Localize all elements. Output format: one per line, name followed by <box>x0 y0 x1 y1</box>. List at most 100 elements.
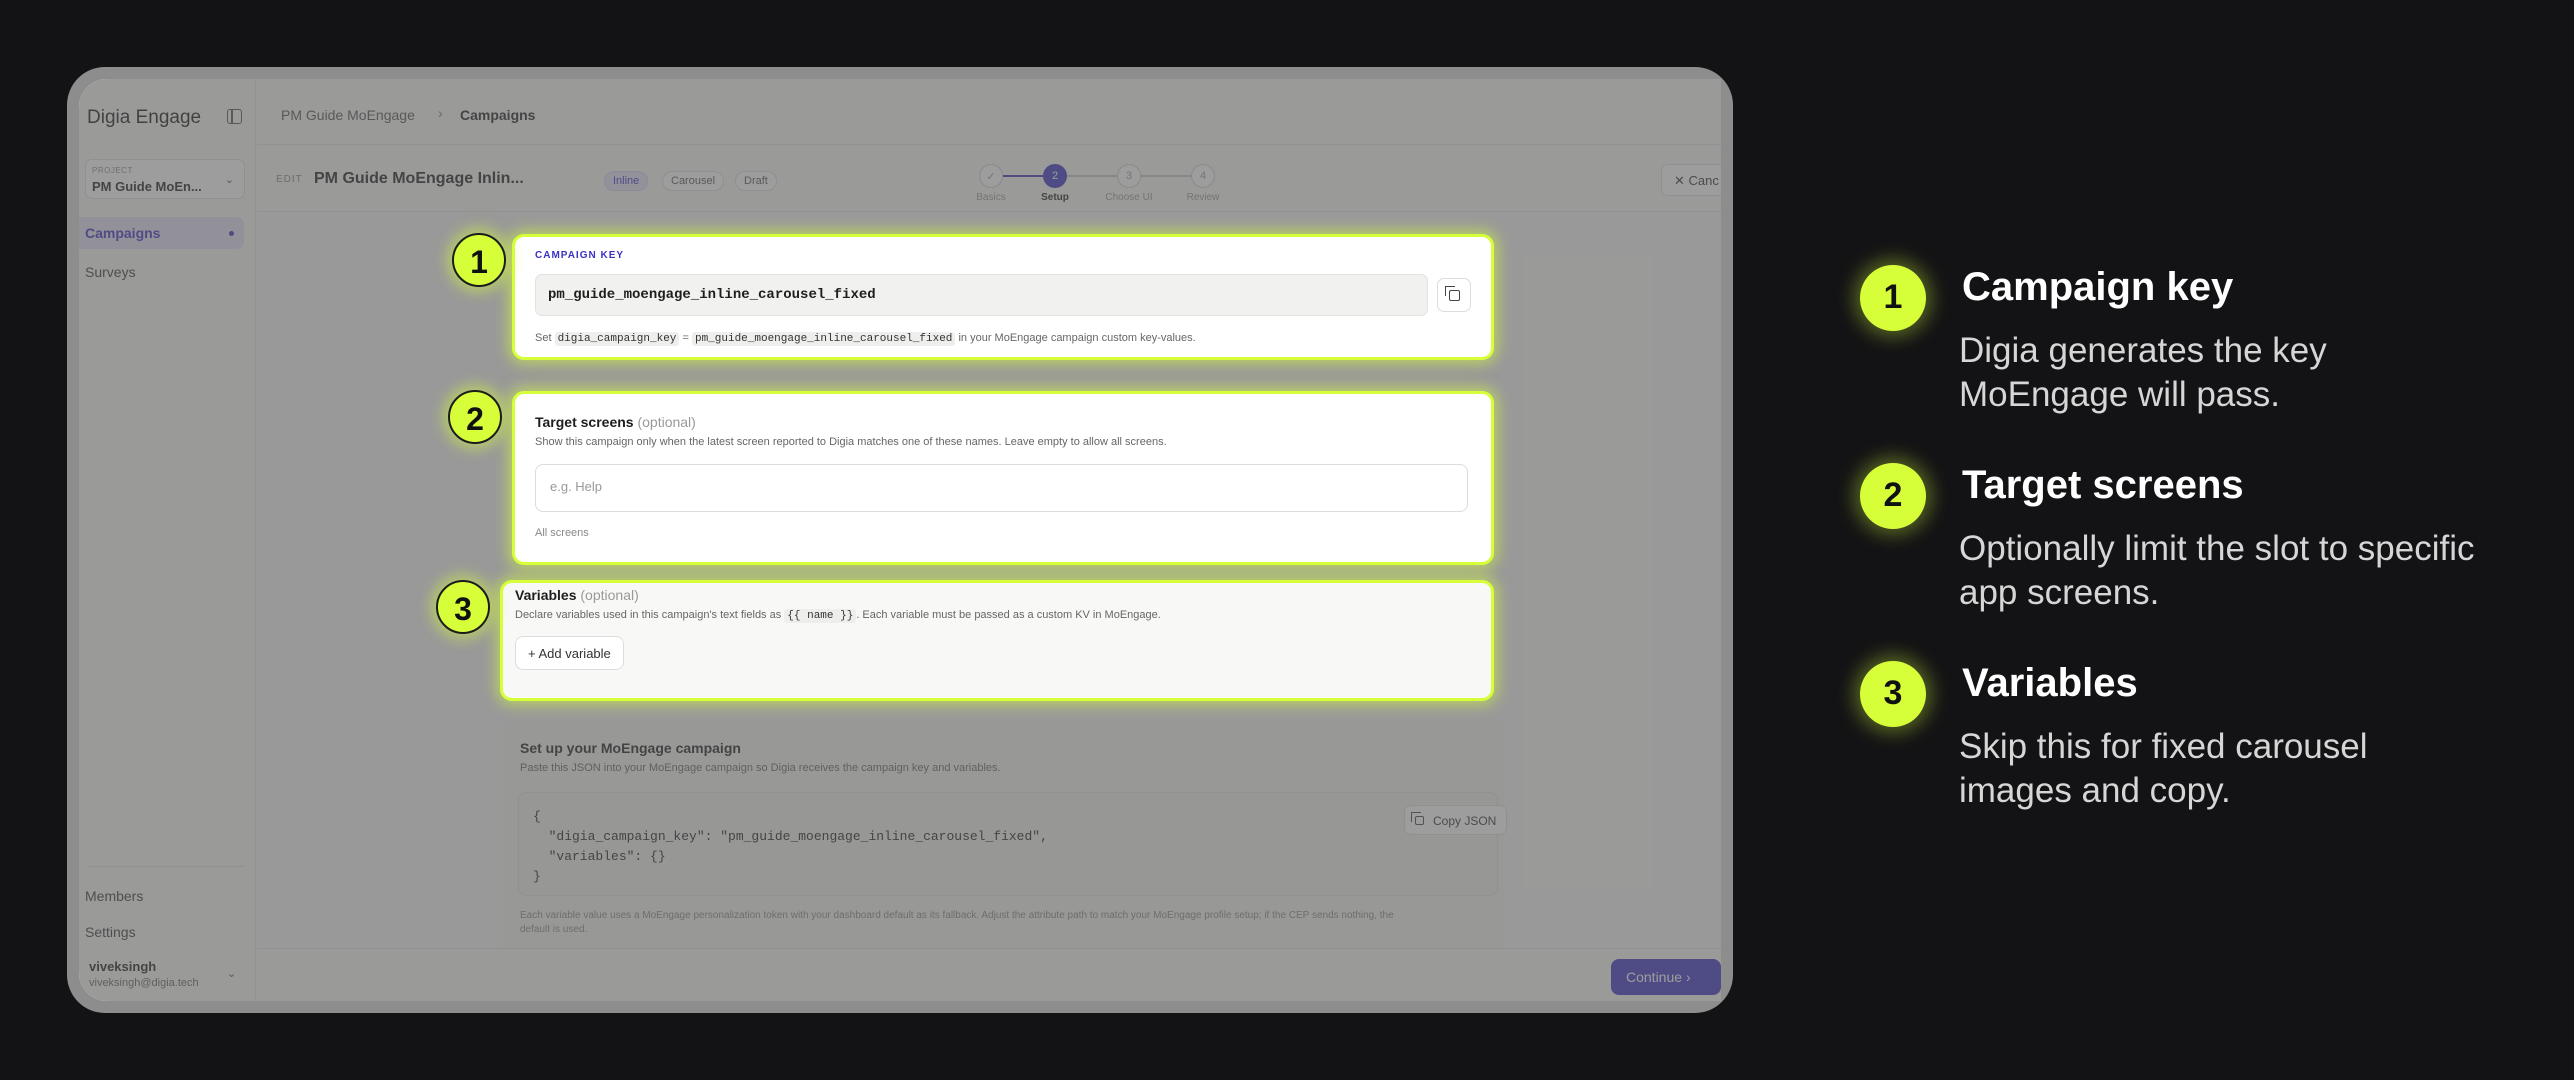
moengage-footnote-end: default is used. <box>520 924 588 935</box>
hint-text: Set <box>535 332 552 344</box>
step-setup[interactable]: 2 <box>1043 164 1067 188</box>
breadcrumb-separator-icon: › <box>438 105 443 121</box>
sidebar-item-campaigns[interactable]: Campaigns <box>79 217 244 249</box>
project-selector[interactable]: PROJECT PM Guide MoEn... ⌄ <box>85 159 245 199</box>
edit-tag: EDIT <box>276 174 303 185</box>
edit-header: EDIT PM Guide MoEngage Inlin... Inline C… <box>257 146 1721 212</box>
campaign-title: PM Guide MoEngage Inlin... <box>314 170 524 187</box>
step-label-setup: Setup <box>1041 192 1069 203</box>
step-basics-icon[interactable]: ✓ <box>979 164 1003 188</box>
sidebar: Digia Engage PROJECT PM Guide MoEn... ⌄ … <box>79 79 256 1001</box>
app-frame: Digia Engage PROJECT PM Guide MoEn... ⌄ … <box>67 67 1733 1013</box>
marker-2: 2 <box>448 390 502 444</box>
optional-tag: (optional) <box>580 587 639 603</box>
moengage-setup-description: Paste this JSON into your MoEngage campa… <box>520 762 1001 774</box>
explanation-variables: 3 Variables Skip this for fixed carousel… <box>1860 661 2480 831</box>
copy-key-button[interactable] <box>1437 278 1471 312</box>
explanation-number: 2 <box>1860 463 1926 529</box>
hint-text: in your MoEngage campaign custom key-val… <box>958 332 1196 344</box>
app-window: Digia Engage PROJECT PM Guide MoEn... ⌄ … <box>79 79 1721 1001</box>
user-email: viveksingh@digia.tech <box>89 977 199 989</box>
sidebar-item-label: Members <box>85 888 144 904</box>
step-label-review: Review <box>1186 192 1220 203</box>
hint-text: = <box>682 332 689 344</box>
user-name[interactable]: viveksingh <box>89 959 156 974</box>
target-screens-card: Target screens (optional) Show this camp… <box>512 391 1494 565</box>
hint-key-code: digia_campaign_key <box>554 332 680 346</box>
step-label-choose-ui: Choose UI <box>1105 192 1153 203</box>
hint-code: {{ name }} <box>784 609 857 623</box>
title-text: Target screens <box>535 414 634 430</box>
hint-text: . Each variable must be passed as a cust… <box>856 609 1161 621</box>
chevron-down-icon: ⌄ <box>224 174 234 186</box>
footer-bar: Continue › <box>257 948 1721 1001</box>
chevron-down-icon[interactable]: ⌄ <box>227 967 236 980</box>
hint-value-code: pm_guide_moengage_inline_carousel_fixed <box>691 332 956 346</box>
step-connector <box>1067 175 1117 177</box>
add-variable-button[interactable]: + Add variable <box>515 636 624 670</box>
target-screens-input[interactable]: e.g. Help <box>535 464 1468 512</box>
brand-name: Digia Engage <box>87 107 202 128</box>
breadcrumb-current: Campaigns <box>460 107 536 123</box>
breadcrumb-root[interactable]: PM Guide MoEngage <box>281 107 415 123</box>
step-review[interactable]: 4 <box>1191 164 1215 188</box>
marker-3: 3 <box>436 580 490 634</box>
sidebar-item-label: Surveys <box>85 264 136 280</box>
copy-json-button[interactable]: Copy JSON <box>1404 805 1508 835</box>
optional-tag: (optional) <box>637 414 696 430</box>
sidebar-item-members[interactable]: Members <box>79 880 244 912</box>
moengage-setup-card: Set up your MoEngage campaign Paste this… <box>502 720 1508 960</box>
divider <box>87 866 245 867</box>
format-pill-carousel: Carousel <box>662 171 725 191</box>
project-name: PM Guide MoEn... <box>92 179 202 194</box>
step-label-basics: Basics <box>976 192 1006 203</box>
explanation-body: Digia generates the key MoEngage will pa… <box>1959 331 2327 414</box>
json-code-block[interactable]: { "digia_campaign_key": "pm_guide_moenga… <box>518 792 1498 896</box>
explanation-target-screens: 2 Target screens Optionally limit the sl… <box>1860 463 2480 633</box>
campaign-key-card: CAMPAIGN KEY pm_guide_moengage_inline_ca… <box>512 234 1494 360</box>
project-label: PROJECT <box>92 166 133 175</box>
explanation-body: Optionally limit the slot to specific ap… <box>1959 529 2475 612</box>
variables-title: Variables (optional) <box>515 587 639 603</box>
moengage-setup-title: Set up your MoEngage campaign <box>520 740 741 756</box>
input-placeholder: e.g. Help <box>550 479 603 494</box>
explanation-body: Skip this for fixed carousel images and … <box>1959 727 2368 810</box>
variables-card: Variables (optional) Declare variables u… <box>500 580 1494 701</box>
step-connector <box>1141 175 1191 177</box>
copy-icon <box>1445 286 1460 301</box>
plus-icon: + <box>528 646 539 661</box>
explanation-title: Campaign key <box>1962 265 2234 309</box>
type-pill-inline: Inline <box>604 171 649 191</box>
cancel-button[interactable]: ✕ Canc <box>1661 164 1721 196</box>
explanation-title: Target screens <box>1962 463 2244 507</box>
close-icon: ✕ <box>1674 173 1689 188</box>
campaign-key-field[interactable]: pm_guide_moengage_inline_carousel_fixed <box>535 274 1428 316</box>
cancel-label: Canc <box>1688 173 1719 188</box>
copy-json-label: Copy JSON <box>1433 814 1497 828</box>
explanation-number: 1 <box>1860 265 1926 331</box>
target-screens-note: All screens <box>535 527 589 539</box>
sidebar-item-settings[interactable]: Settings <box>79 916 244 948</box>
step-choose-ui[interactable]: 3 <box>1117 164 1141 188</box>
top-bar: PM Guide MoEngage › Campaigns <box>257 79 1721 145</box>
add-variable-label: Add variable <box>538 646 611 661</box>
sidebar-item-surveys[interactable]: Surveys <box>79 256 244 288</box>
continue-button[interactable]: Continue › <box>1611 959 1721 995</box>
explanation-title: Variables <box>1962 661 2138 705</box>
explanation-campaign-key: 1 Campaign key Digia generates the key M… <box>1860 265 2480 435</box>
hint-text: Declare variables used in this campaign'… <box>515 609 782 621</box>
active-dot-icon <box>229 231 234 236</box>
sidebar-toggle-icon[interactable] <box>227 109 242 124</box>
title-text: Variables <box>515 587 577 603</box>
target-screens-description: Show this campaign only when the latest … <box>535 436 1167 448</box>
chevron-right-icon: › <box>1685 969 1691 985</box>
sidebar-item-label: Settings <box>85 924 136 940</box>
marker-1: 1 <box>452 233 506 287</box>
explanation-number: 3 <box>1860 661 1926 727</box>
variables-description: Declare variables used in this campaign'… <box>515 609 1161 623</box>
copy-icon <box>1411 812 1424 825</box>
continue-label: Continue <box>1626 969 1683 985</box>
sidebar-item-label: Campaigns <box>85 225 161 241</box>
target-screens-title: Target screens (optional) <box>535 414 696 430</box>
status-pill-draft: Draft <box>735 171 777 191</box>
